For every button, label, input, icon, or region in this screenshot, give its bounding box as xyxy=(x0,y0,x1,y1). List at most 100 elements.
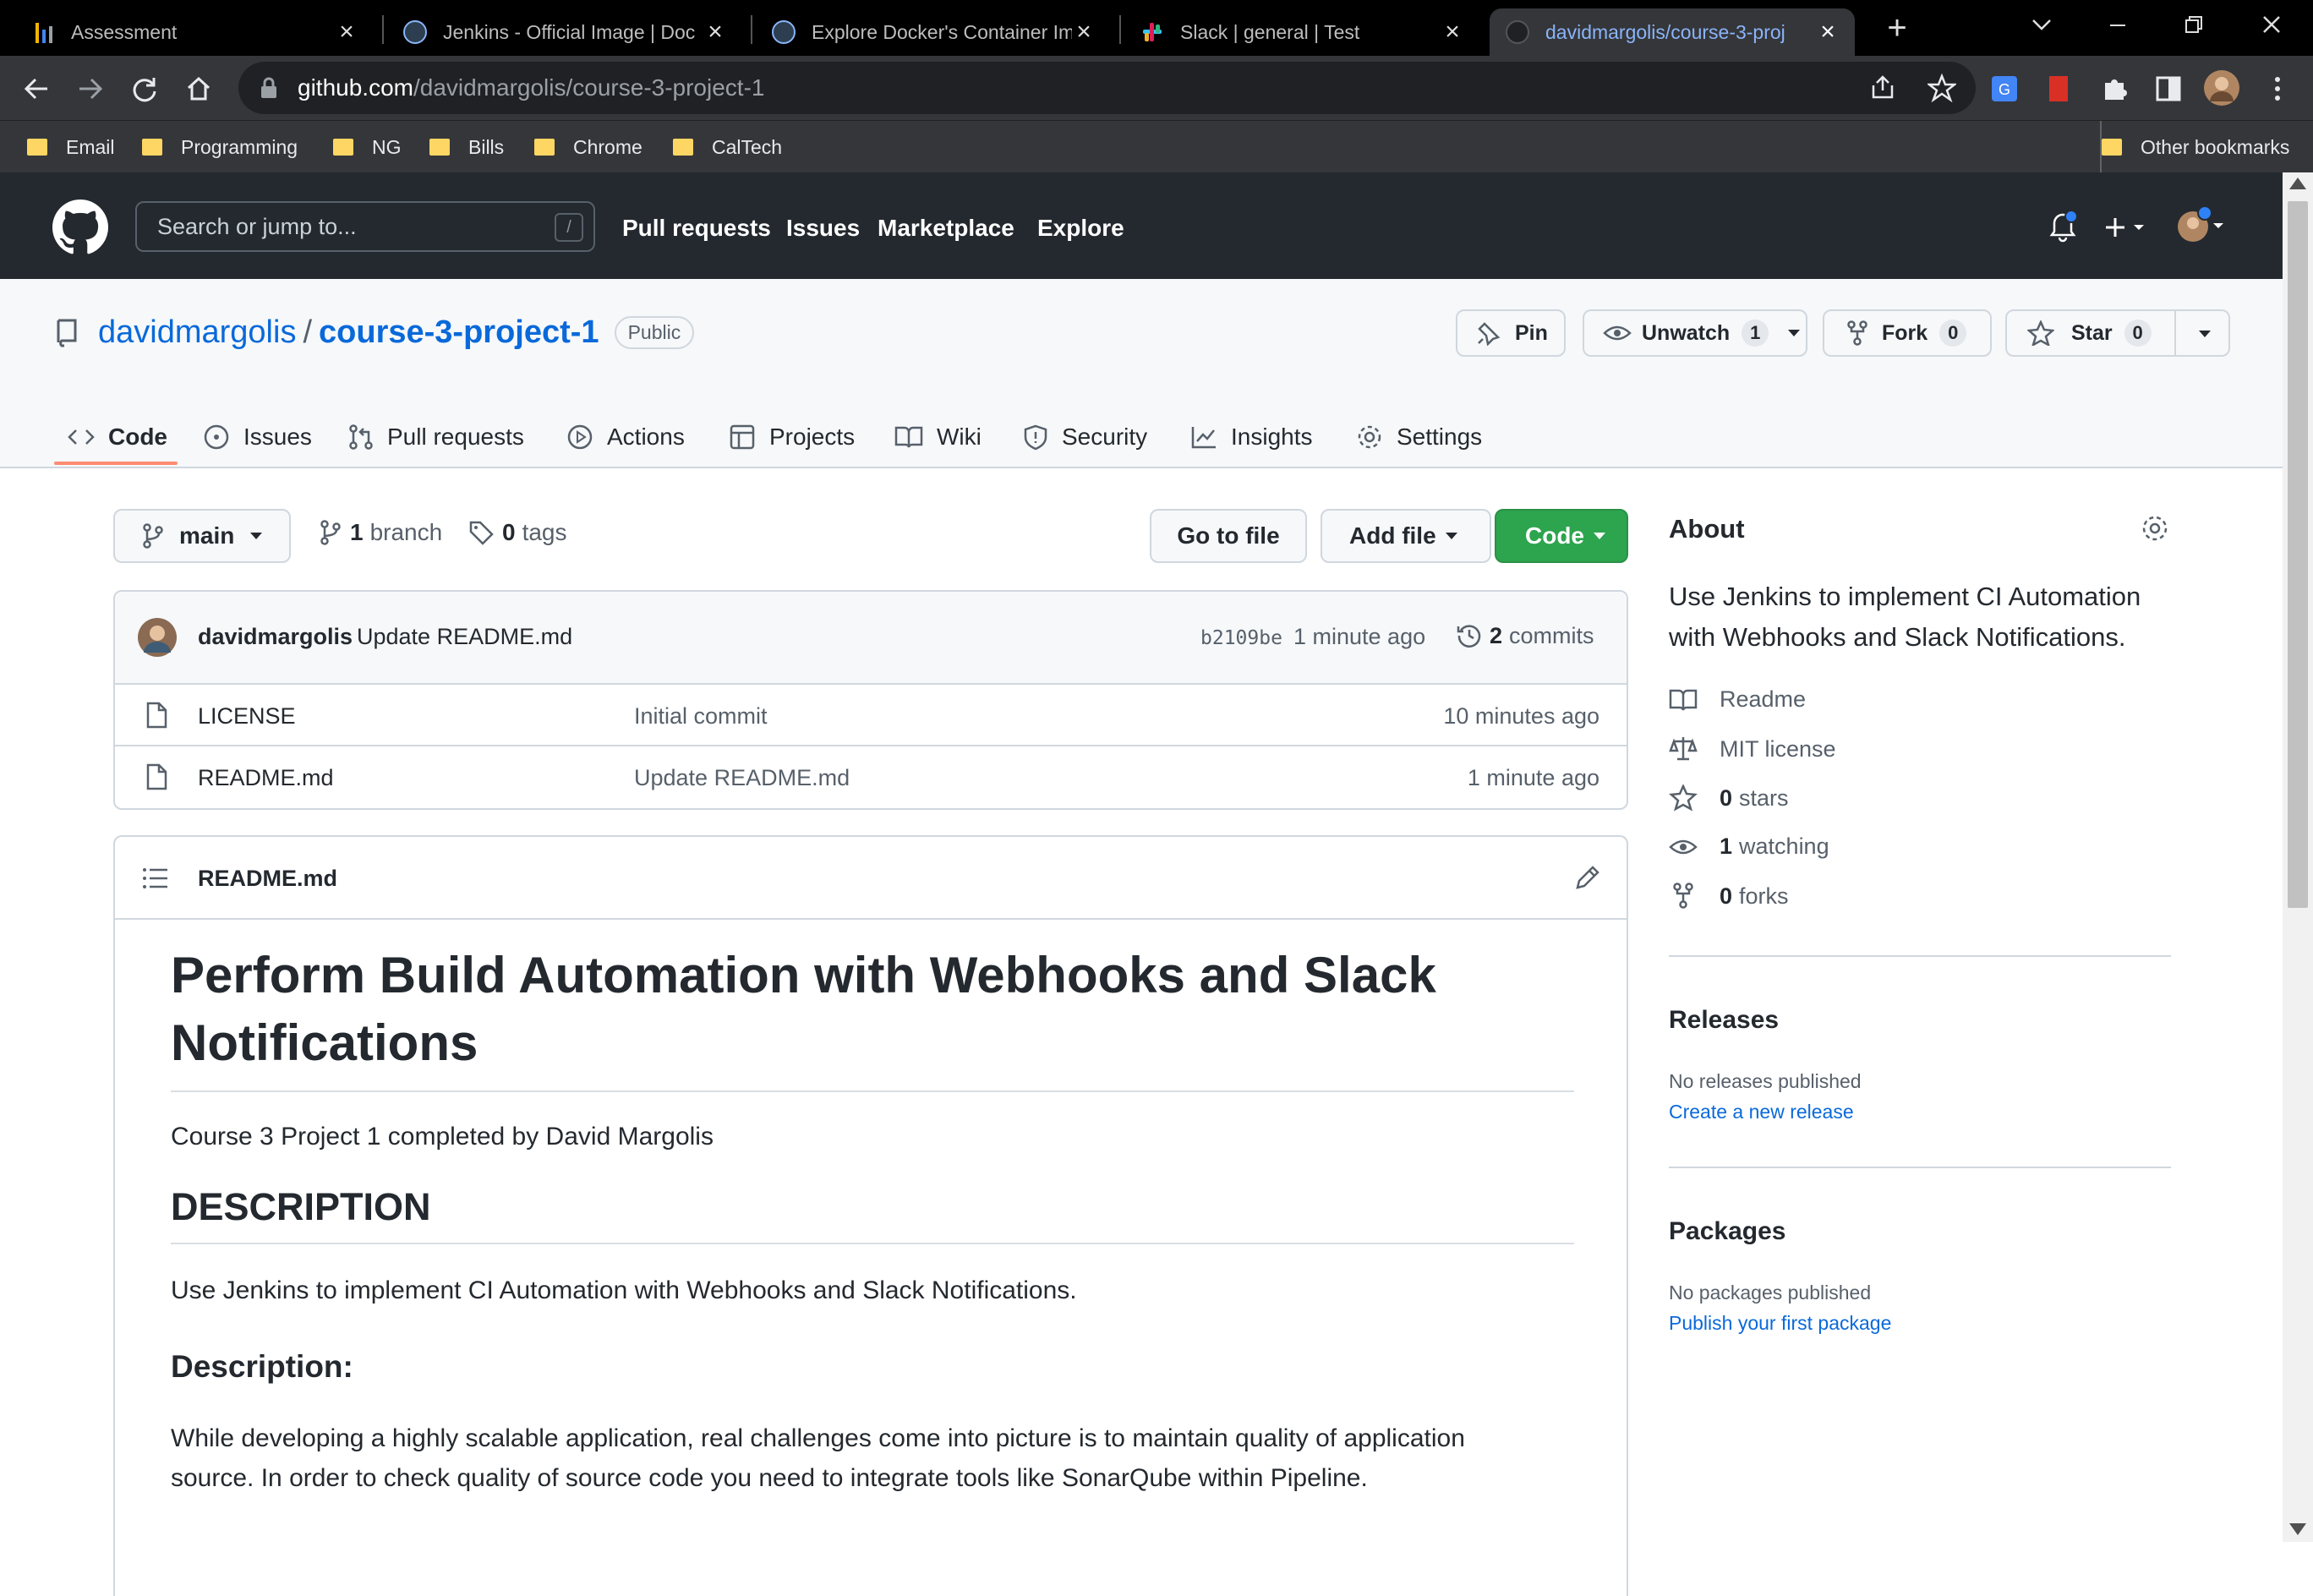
close-icon[interactable]: × xyxy=(1816,18,1840,46)
browser-tab-strip: Assessment × Jenkins - Official Image | … xyxy=(0,0,2313,56)
tab-wiki[interactable]: Wiki xyxy=(894,406,982,468)
tab-projects[interactable]: Projects xyxy=(729,406,855,468)
commit-sha[interactable]: b2109be xyxy=(1200,627,1282,649)
about-description: Use Jenkins to implement CI Automation w… xyxy=(1669,582,2141,652)
tag-icon xyxy=(468,520,502,545)
close-icon[interactable]: × xyxy=(1441,18,1464,46)
table-row[interactable]: README.md Update README.md 1 minute ago xyxy=(115,745,1627,806)
scrollbar-thumb[interactable] xyxy=(2288,201,2308,908)
commit-author[interactable]: davidmargolis xyxy=(198,624,353,650)
commits-link[interactable]: 2 commits xyxy=(1456,622,1594,649)
kebab-menu-icon[interactable] xyxy=(2269,74,2286,103)
github-logo-icon[interactable] xyxy=(52,200,108,255)
commit-message[interactable]: Update README.md xyxy=(357,624,572,650)
fork-button[interactable]: Fork 0 xyxy=(1823,309,1992,357)
tab-insights[interactable]: Insights xyxy=(1190,406,1313,468)
bookmark-other[interactable]: Other bookmarks xyxy=(2100,121,2289,173)
window-close-icon[interactable] xyxy=(2259,12,2284,37)
bookmark-email[interactable]: Email xyxy=(27,121,115,173)
tab-issues[interactable]: Issues xyxy=(203,406,312,468)
file-name[interactable]: README.md xyxy=(198,765,334,791)
star-button[interactable]: Star 0 xyxy=(2005,309,2230,357)
browser-tab-github[interactable]: davidmargolis/course-3-proj × xyxy=(1490,8,1855,56)
translate-extension-icon[interactable]: G xyxy=(1990,74,2019,103)
profile-avatar[interactable] xyxy=(2203,69,2240,107)
puzzle-icon[interactable] xyxy=(2100,74,2129,103)
close-icon[interactable]: × xyxy=(703,18,727,46)
nav-explore[interactable]: Explore xyxy=(1037,215,1124,242)
nav-pull-requests[interactable]: Pull requests xyxy=(622,215,771,242)
unwatch-button[interactable]: Unwatch 1 xyxy=(1583,309,1807,357)
repo-owner-link[interactable]: davidmargolis xyxy=(98,314,296,351)
browser-tab-assessment[interactable]: Assessment × xyxy=(19,8,374,56)
github-header: Search or jump to... / Pull requests Iss… xyxy=(0,172,2283,279)
nav-issues[interactable]: Issues xyxy=(786,215,860,242)
bookmark-caltech[interactable]: CalTech xyxy=(673,121,782,173)
stars-link[interactable]: 0 stars xyxy=(1669,784,1789,812)
forward-icon[interactable] xyxy=(76,74,105,103)
bell-icon[interactable] xyxy=(2046,210,2080,243)
scroll-up-arrow[interactable] xyxy=(2289,178,2306,189)
side-panel-icon[interactable] xyxy=(2154,74,2183,103)
tab-security[interactable]: Security xyxy=(1023,406,1147,468)
readme-link[interactable]: Readme xyxy=(1669,686,1806,713)
branches-link[interactable]: 1 branch xyxy=(320,519,442,546)
branch-select-button[interactable]: main xyxy=(113,509,291,563)
new-tab-icon[interactable]: + xyxy=(1880,8,1914,47)
scrollbar-track[interactable] xyxy=(2283,172,2313,1542)
code-button[interactable]: Code xyxy=(1495,509,1628,563)
restore-icon[interactable] xyxy=(2181,12,2206,37)
license-link[interactable]: MIT license xyxy=(1669,735,1836,762)
browser-tab-docker[interactable]: Explore Docker's Container Im × xyxy=(756,8,1111,56)
bookmark-star-icon[interactable] xyxy=(1928,74,1956,102)
browser-tab-jenkins[interactable]: Jenkins - Official Image | Doc × xyxy=(387,8,742,56)
pin-button[interactable]: Pin xyxy=(1456,309,1566,357)
packages-empty: No packages published xyxy=(1669,1282,1872,1304)
user-avatar-menu[interactable] xyxy=(2176,206,2227,245)
list-icon[interactable] xyxy=(142,867,169,889)
releases-heading[interactable]: Releases xyxy=(1669,1006,1779,1035)
go-to-file-button[interactable]: Go to file xyxy=(1150,509,1307,563)
scroll-down-arrow[interactable] xyxy=(2289,1523,2306,1535)
gear-icon[interactable] xyxy=(2141,514,2169,543)
close-icon[interactable]: × xyxy=(1072,18,1096,46)
repo-name-link[interactable]: course-3-project-1 xyxy=(319,314,599,351)
caret-down-icon[interactable] xyxy=(2198,330,2212,338)
table-row[interactable]: LICENSE Initial commit 10 minutes ago xyxy=(115,683,1627,745)
file-commit-message[interactable]: Update README.md xyxy=(634,765,850,791)
bookmark-bills[interactable]: Bills xyxy=(429,121,504,173)
publish-package-link[interactable]: Publish your first package xyxy=(1669,1312,1891,1335)
tags-link[interactable]: 0 tags xyxy=(468,519,567,546)
create-new-icon[interactable] xyxy=(2103,215,2151,240)
file-name[interactable]: LICENSE xyxy=(198,703,296,730)
browser-tab-slack[interactable]: Slack | general | Test × xyxy=(1124,8,1479,56)
nav-marketplace[interactable]: Marketplace xyxy=(878,215,1014,242)
sidebar-divider xyxy=(1669,1167,2171,1168)
tab-actions[interactable]: Actions xyxy=(566,406,685,468)
back-icon[interactable] xyxy=(22,74,51,103)
share-icon[interactable] xyxy=(1868,74,1897,102)
bookmark-chrome[interactable]: Chrome xyxy=(534,121,642,173)
pencil-icon[interactable] xyxy=(1574,864,1601,891)
bookmark-programming[interactable]: Programming xyxy=(142,121,298,173)
close-icon[interactable]: × xyxy=(335,18,358,46)
create-release-link[interactable]: Create a new release xyxy=(1669,1101,1854,1123)
tab-pull-requests[interactable]: Pull requests xyxy=(348,406,524,468)
forks-link[interactable]: 0 forks xyxy=(1669,883,1789,910)
home-icon[interactable] xyxy=(184,74,213,103)
reload-icon[interactable] xyxy=(130,74,159,103)
fork-icon xyxy=(1846,320,1882,346)
add-file-button[interactable]: Add file xyxy=(1321,509,1491,563)
bookmark-ng[interactable]: NG xyxy=(333,121,402,173)
chevron-down-icon[interactable] xyxy=(2029,12,2054,37)
file-commit-message[interactable]: Initial commit xyxy=(634,703,768,730)
packages-heading[interactable]: Packages xyxy=(1669,1217,1785,1246)
tab-settings[interactable]: Settings xyxy=(1356,406,1482,468)
search-input[interactable]: Search or jump to... / xyxy=(135,201,595,252)
tab-code[interactable]: Code xyxy=(68,406,167,468)
minimize-icon[interactable] xyxy=(2105,12,2130,37)
bookmark-extension-icon[interactable] xyxy=(2046,74,2071,103)
author-avatar[interactable] xyxy=(137,617,178,658)
watching-link[interactable]: 1 watching xyxy=(1669,834,1829,860)
address-bar[interactable]: github.com/davidmargolis/course-3-projec… xyxy=(238,62,1976,114)
